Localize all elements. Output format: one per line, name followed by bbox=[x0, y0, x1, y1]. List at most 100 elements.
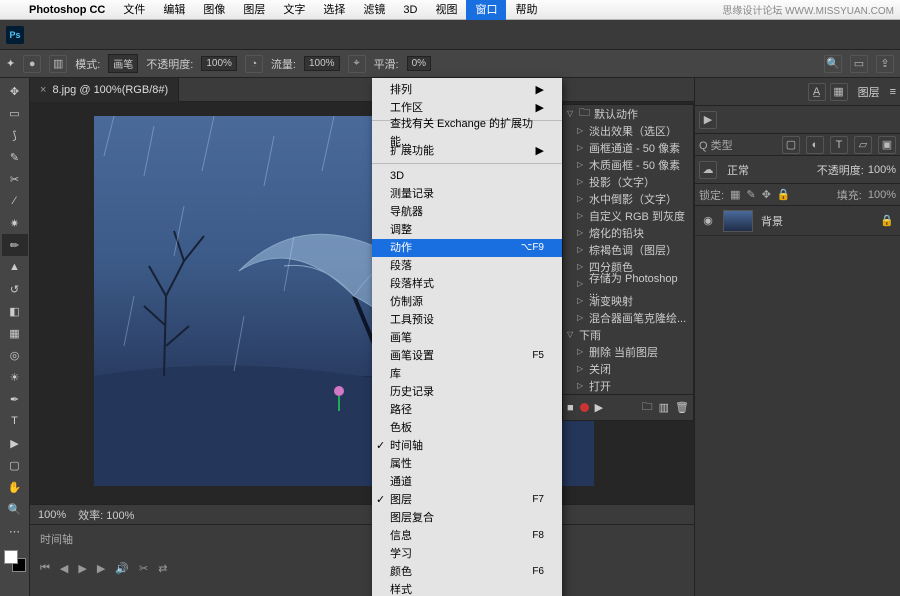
crop-tool-icon[interactable]: ✂ bbox=[2, 168, 28, 190]
airbrush-icon[interactable]: ⌖ bbox=[348, 55, 366, 73]
spot-heal-tool-icon[interactable]: ✷ bbox=[2, 212, 28, 234]
action-row[interactable]: ▷淡出效果（选区） bbox=[563, 122, 693, 139]
libraries-icon[interactable]: ☁ bbox=[699, 161, 717, 179]
menu-item[interactable]: 查找有关 Exchange 的扩展功能... bbox=[372, 124, 562, 142]
disclosure-icon[interactable]: ▷ bbox=[577, 381, 585, 390]
menu-item[interactable]: 样式 bbox=[372, 581, 562, 596]
menu-item[interactable]: ✓图层F7 bbox=[372, 491, 562, 509]
filter-adjust-icon[interactable]: ◐ bbox=[806, 136, 824, 154]
swatches-panel-icon[interactable]: ▦ bbox=[830, 83, 848, 101]
menu-item[interactable]: 段落 bbox=[372, 257, 562, 275]
smooth-value[interactable]: 0% bbox=[407, 56, 431, 71]
menu-type[interactable]: 文字 bbox=[274, 0, 314, 20]
action-row[interactable]: ▷打开 bbox=[563, 377, 693, 394]
disclosure-icon[interactable]: ▷ bbox=[577, 347, 585, 356]
workspace-icon[interactable]: ▭ bbox=[850, 55, 868, 73]
menu-item[interactable]: 信息F8 bbox=[372, 527, 562, 545]
play-icon[interactable]: ▶ bbox=[595, 401, 603, 414]
disclosure-icon[interactable]: ▷ bbox=[577, 245, 585, 254]
visibility-icon[interactable]: ◉ bbox=[701, 214, 715, 227]
lock-all-icon[interactable]: ▦ bbox=[730, 188, 740, 201]
new-set-icon[interactable]: 🗀 bbox=[642, 398, 653, 417]
menu-item[interactable]: 动作⌥F9 bbox=[372, 239, 562, 257]
layers-filter-label[interactable]: Q 类型 bbox=[699, 137, 733, 153]
menu-view[interactable]: 视图 bbox=[426, 0, 466, 20]
menu-item[interactable]: 历史记录 bbox=[372, 383, 562, 401]
timeline-next-icon[interactable]: ▶ bbox=[97, 562, 105, 575]
lock-icon[interactable]: 🔒 bbox=[777, 188, 791, 201]
menu-item[interactable]: 3D bbox=[372, 167, 562, 185]
disclosure-icon[interactable]: ▷ bbox=[577, 279, 585, 288]
menu-filter[interactable]: 滤镜 bbox=[354, 0, 394, 20]
hand-tool-icon[interactable]: ✋ bbox=[2, 476, 28, 498]
menu-item[interactable]: 画笔 bbox=[372, 329, 562, 347]
menu-edit[interactable]: 编辑 bbox=[154, 0, 194, 20]
action-row[interactable]: ▷删除 当前图层 bbox=[563, 343, 693, 360]
close-tab-icon[interactable]: × bbox=[40, 78, 46, 102]
disclosure-icon[interactable]: ▷ bbox=[577, 143, 585, 152]
disclosure-icon[interactable]: ▷ bbox=[577, 228, 585, 237]
zoom-level[interactable]: 100% bbox=[38, 509, 66, 521]
menu-file[interactable]: 文件 bbox=[114, 0, 154, 20]
history-brush-tool-icon[interactable]: ↺ bbox=[2, 278, 28, 300]
menu-item[interactable]: 调整 bbox=[372, 221, 562, 239]
layers-tab[interactable]: 图层 bbox=[852, 84, 886, 100]
menu-item[interactable]: 库 bbox=[372, 365, 562, 383]
menu-3d[interactable]: 3D bbox=[394, 0, 426, 20]
rectangle-tool-icon[interactable]: ▢ bbox=[2, 454, 28, 476]
menu-item[interactable]: 排列▶ bbox=[372, 81, 562, 99]
stop-icon[interactable]: ■ bbox=[567, 402, 574, 414]
action-row[interactable]: ▽下雨 bbox=[563, 326, 693, 343]
action-row[interactable]: ▷投影（文字） bbox=[563, 173, 693, 190]
layer-row[interactable]: ◉ 背景 🔒 bbox=[695, 206, 900, 236]
layer-lock-icon[interactable]: 🔒 bbox=[880, 214, 894, 227]
gradient-tool-icon[interactable]: ▦ bbox=[2, 322, 28, 344]
menu-item[interactable]: 色板 bbox=[372, 419, 562, 437]
lock-position-icon[interactable]: ✥ bbox=[762, 188, 771, 201]
home-icon[interactable]: ✦ bbox=[6, 57, 15, 70]
disclosure-icon[interactable]: ▷ bbox=[577, 211, 585, 220]
eyedropper-tool-icon[interactable]: ⁄ bbox=[2, 190, 28, 212]
timeline-audio-icon[interactable]: 🔊 bbox=[115, 562, 129, 575]
move-tool-icon[interactable]: ✥ bbox=[2, 80, 28, 102]
document-tab[interactable]: × 8.jpg @ 100%(RGB/8#) bbox=[30, 78, 179, 102]
action-row[interactable]: ▷木质画框 - 50 像素 bbox=[563, 156, 693, 173]
action-row[interactable]: ▷存储为 Photoshop ... bbox=[563, 275, 693, 292]
filter-shape-icon[interactable]: ▱ bbox=[854, 136, 872, 154]
menu-item[interactable]: 学习 bbox=[372, 545, 562, 563]
filter-pixel-icon[interactable]: ▢ bbox=[782, 136, 800, 154]
opacity-value[interactable]: 100% bbox=[201, 56, 237, 71]
search-icon[interactable]: 🔍 bbox=[824, 55, 842, 73]
clone-stamp-tool-icon[interactable]: ▲ bbox=[2, 256, 28, 278]
layer-name[interactable]: 背景 bbox=[761, 213, 783, 229]
layer-opacity-value[interactable]: 100% bbox=[868, 164, 896, 176]
timeline-play-icon[interactable]: ▶ bbox=[78, 562, 86, 575]
brush-tool-icon[interactable]: ✏ bbox=[2, 234, 28, 256]
play-selection-icon[interactable]: ▶ bbox=[699, 111, 717, 129]
panel-menu-icon[interactable]: ≡ bbox=[890, 86, 896, 98]
filter-smart-icon[interactable]: ▣ bbox=[878, 136, 896, 154]
eraser-tool-icon[interactable]: ◧ bbox=[2, 300, 28, 322]
type-tool-icon[interactable]: T bbox=[2, 410, 28, 432]
quick-select-tool-icon[interactable]: ✎ bbox=[2, 146, 28, 168]
action-row[interactable]: ▷棕褐色调（图层） bbox=[563, 241, 693, 258]
trash-icon[interactable]: 🗑 bbox=[675, 401, 689, 414]
action-row[interactable]: ▷关闭 bbox=[563, 360, 693, 377]
disclosure-icon[interactable]: ▷ bbox=[577, 177, 585, 186]
disclosure-icon[interactable]: ▷ bbox=[577, 313, 585, 322]
more-tools-icon[interactable]: ⋯ bbox=[2, 520, 28, 542]
menu-item[interactable]: 通道 bbox=[372, 473, 562, 491]
menu-item[interactable]: 颜色F6 bbox=[372, 563, 562, 581]
blend-mode[interactable]: 正常 bbox=[721, 162, 813, 178]
menu-item[interactable]: 测量记录 bbox=[372, 185, 562, 203]
action-row[interactable]: ▷自定义 RGB 到灰度 bbox=[563, 207, 693, 224]
timeline-transition-icon[interactable]: ⇄ bbox=[158, 562, 167, 575]
menu-item[interactable]: ✓时间轴 bbox=[372, 437, 562, 455]
filter-type-icon[interactable]: T bbox=[830, 136, 848, 154]
disclosure-icon[interactable]: ▷ bbox=[577, 262, 585, 271]
disclosure-icon[interactable]: ▷ bbox=[577, 194, 585, 203]
pressure-opacity-icon[interactable]: ◔ bbox=[245, 55, 263, 73]
new-action-icon[interactable]: ▥ bbox=[659, 401, 669, 414]
timeline-split-icon[interactable]: ✂ bbox=[139, 562, 148, 575]
lasso-tool-icon[interactable]: ⟆ bbox=[2, 124, 28, 146]
